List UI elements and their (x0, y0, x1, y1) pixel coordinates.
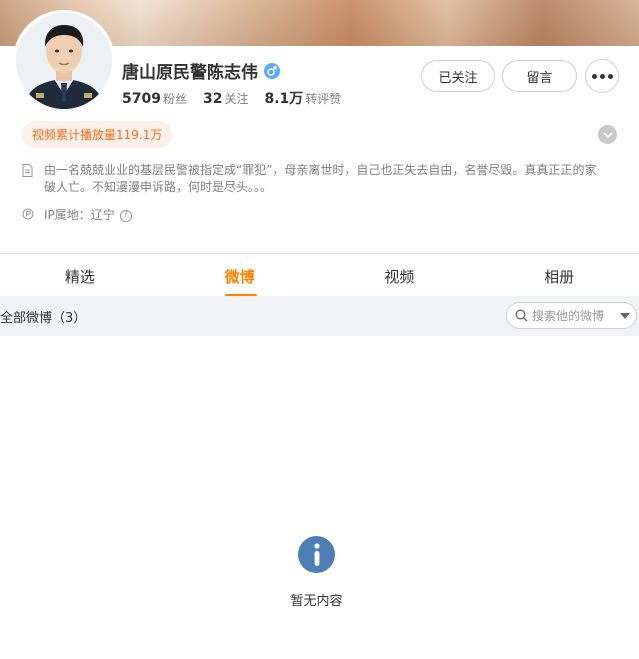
tab-videos[interactable]: 视频 (320, 254, 480, 296)
profile-name: 唐山原民警陈志伟 (122, 63, 258, 83)
ip-location-text: IP属地：辽宁 (44, 208, 115, 222)
help-icon[interactable]: ? (119, 209, 132, 222)
male-icon (264, 62, 280, 79)
ip-icon (22, 208, 34, 225)
stat-following[interactable]: 32 关注 (203, 90, 249, 107)
more-icon (591, 73, 613, 79)
avatar[interactable] (13, 10, 115, 112)
profile-name-row: 唐山原民警陈志伟 (122, 58, 280, 83)
more-options-button[interactable] (585, 59, 619, 93)
stat-followers-value: 5709 (122, 91, 161, 107)
dropdown-caret-icon[interactable] (620, 312, 630, 319)
stat-engagement-value: 8.1万 (264, 91, 304, 107)
document-icon (22, 164, 34, 196)
search-icon (515, 309, 528, 322)
chevron-down-icon (602, 131, 613, 138)
tab-weibo[interactable]: 微博 (160, 254, 320, 296)
feed-filter-bar: 全部微博（3） (0, 296, 639, 336)
stat-followers-label: 粉丝 (162, 92, 187, 106)
video-play-count-badge: 视频累计播放量119.1万 (22, 121, 173, 148)
tab-featured[interactable]: 精选 (0, 254, 160, 296)
following-button[interactable]: 已关注 (421, 60, 495, 92)
message-button[interactable]: 留言 (502, 60, 577, 92)
profile-tabs: 精选 微博 视频 相册 (0, 254, 639, 296)
tab-albums[interactable]: 相册 (479, 254, 639, 296)
empty-state-text: 暂无内容 (290, 594, 343, 609)
expand-profile-button[interactable] (598, 125, 617, 144)
bio-row: 由一名兢兢业业的基层民警被指定成“罪犯”，母亲离世时，自己也正失去自由，名誉尽毁… (22, 162, 602, 196)
info-icon (298, 536, 335, 573)
post-search-box[interactable] (506, 302, 637, 329)
all-posts-label: 全部微博（3） (0, 311, 87, 326)
stat-following-value: 32 (202, 91, 223, 107)
stat-engagement: 8.1万 转评赞 (264, 88, 341, 108)
stat-followers[interactable]: 5709 粉丝 (122, 90, 187, 107)
bio-text: 由一名兢兢业业的基层民警被指定成“罪犯”，母亲离世时，自己也正失去自由，名誉尽毁… (44, 163, 597, 194)
ip-location-row: IP属地：辽宁 ? (22, 206, 132, 225)
profile-stats: 5709 粉丝 32 关注 8.1万 转评赞 (122, 88, 357, 108)
stat-engagement-label: 转评赞 (305, 92, 342, 106)
search-input[interactable] (532, 308, 618, 323)
stat-following-label: 关注 (224, 92, 249, 106)
